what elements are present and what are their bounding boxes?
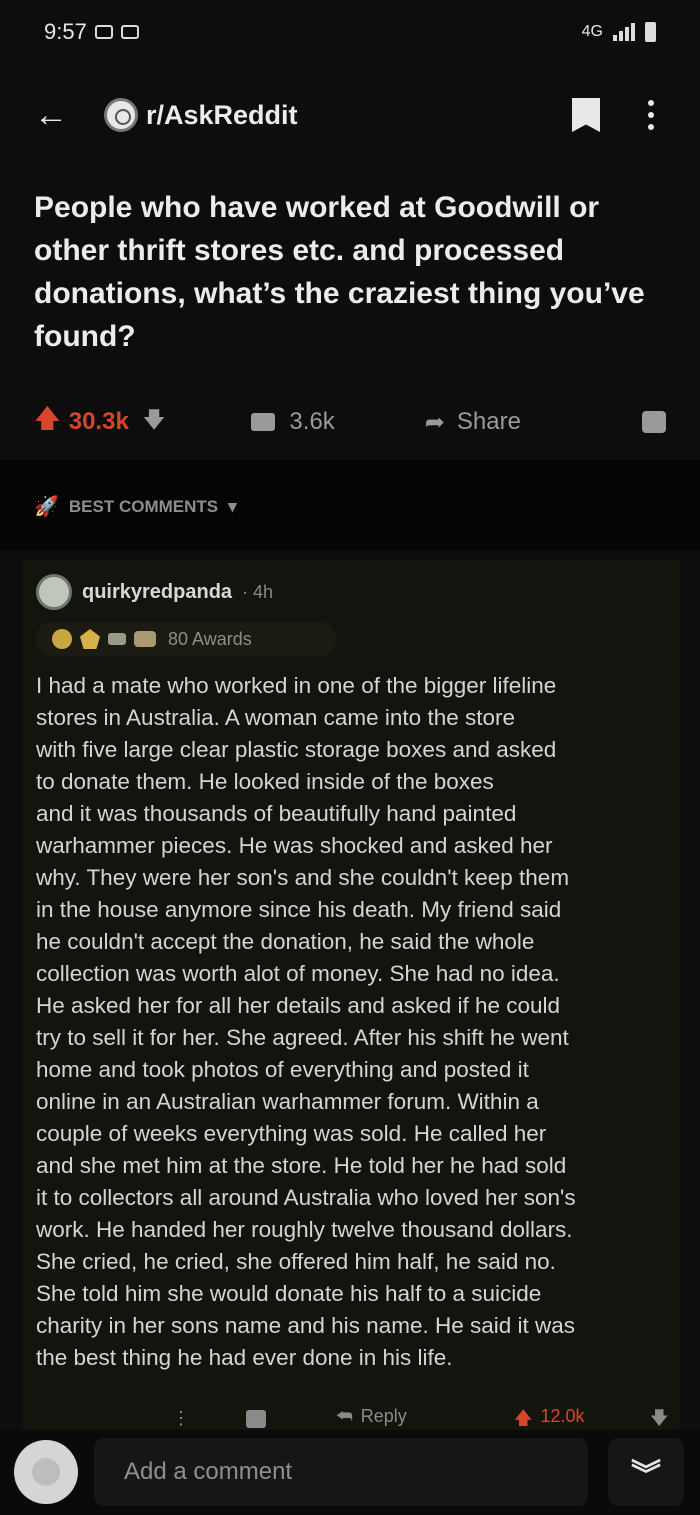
downvote-icon[interactable]: 🡇: [143, 403, 166, 441]
rocket-icon: 🚀: [34, 496, 59, 518]
comment-upvote-button[interactable]: 🡅 12.0k: [514, 1406, 585, 1428]
downvote-icon[interactable]: 🡇: [650, 1406, 669, 1428]
comment-bubble-icon: [251, 413, 276, 431]
comment-actions: ⋮ ⮪ Reply 🡅 12.0k 🡇: [0, 1402, 700, 1428]
reply-arrow-icon: ⮪: [336, 1406, 353, 1426]
status-bar: 9:57 4G: [0, 0, 700, 64]
upvote-icon[interactable]: 🡅: [34, 400, 61, 444]
subreddit-avatar-icon[interactable]: [104, 98, 138, 132]
notification-icon: [94, 25, 113, 39]
sort-label: BEST COMMENTS: [68, 496, 219, 516]
post-action-bar: 🡅 30.3k 🡇 3.6k ➦ Share: [0, 396, 700, 448]
award-icon: [80, 629, 100, 649]
comment-body: I had a mate who worked in one of the bi…: [36, 673, 576, 1370]
subreddit-name[interactable]: r/AskReddit: [146, 100, 298, 131]
comments-button[interactable]: 3.6k: [251, 408, 335, 436]
share-button[interactable]: ➦ Share: [425, 408, 521, 437]
share-label: Share: [456, 408, 521, 435]
award-icon: [134, 631, 156, 647]
award-icon: [52, 629, 72, 649]
comment-card: quirkyredpanda · 4h 80 Awards I had a ma…: [22, 560, 680, 1430]
upvote-count: 30.3k: [68, 408, 129, 435]
share-arrow-icon: ➦: [424, 408, 445, 436]
network-label: 4G: [581, 23, 603, 40]
more-horiz-icon[interactable]: ⋮: [172, 1408, 190, 1428]
chevron-down-icon: ▾: [228, 496, 237, 516]
more-vert-icon[interactable]: [636, 100, 666, 130]
user-avatar[interactable]: [36, 574, 72, 610]
award-icon: [108, 633, 126, 645]
upvote-icon: 🡅: [514, 1408, 533, 1428]
current-user-avatar[interactable]: [14, 1440, 78, 1504]
sort-dropdown[interactable]: 🚀 BEST COMMENTS ▾: [34, 494, 237, 519]
add-comment-input[interactable]: [94, 1438, 588, 1506]
back-arrow-icon[interactable]: ←: [34, 96, 84, 135]
status-time: 9:57: [44, 19, 87, 44]
comment-score: 12.0k: [540, 1406, 585, 1426]
battery-icon: [645, 22, 656, 42]
reply-button[interactable]: ⮪ Reply: [336, 1406, 407, 1427]
bookmark-icon[interactable]: [572, 98, 600, 132]
awards-row[interactable]: 80 Awards: [36, 622, 336, 656]
notification-icon: [120, 25, 139, 39]
comment-composer: ︾: [0, 1430, 700, 1515]
comment-header: quirkyredpanda · 4h: [36, 574, 273, 610]
comment-time: · 4h: [242, 581, 274, 602]
reply-label: Reply: [360, 1406, 407, 1426]
signal-icon: [613, 23, 635, 41]
comment-username[interactable]: quirkyredpanda: [82, 581, 232, 604]
award-icon[interactable]: [246, 1410, 266, 1428]
post-title: People who have worked at Goodwill or ot…: [34, 191, 645, 353]
comments-count: 3.6k: [289, 408, 335, 435]
awards-count: 80 Awards: [168, 628, 252, 649]
app-header: ← r/AskReddit: [0, 80, 700, 150]
award-icon[interactable]: [642, 411, 666, 433]
next-comment-chevron-icon[interactable]: ︾: [608, 1438, 684, 1506]
